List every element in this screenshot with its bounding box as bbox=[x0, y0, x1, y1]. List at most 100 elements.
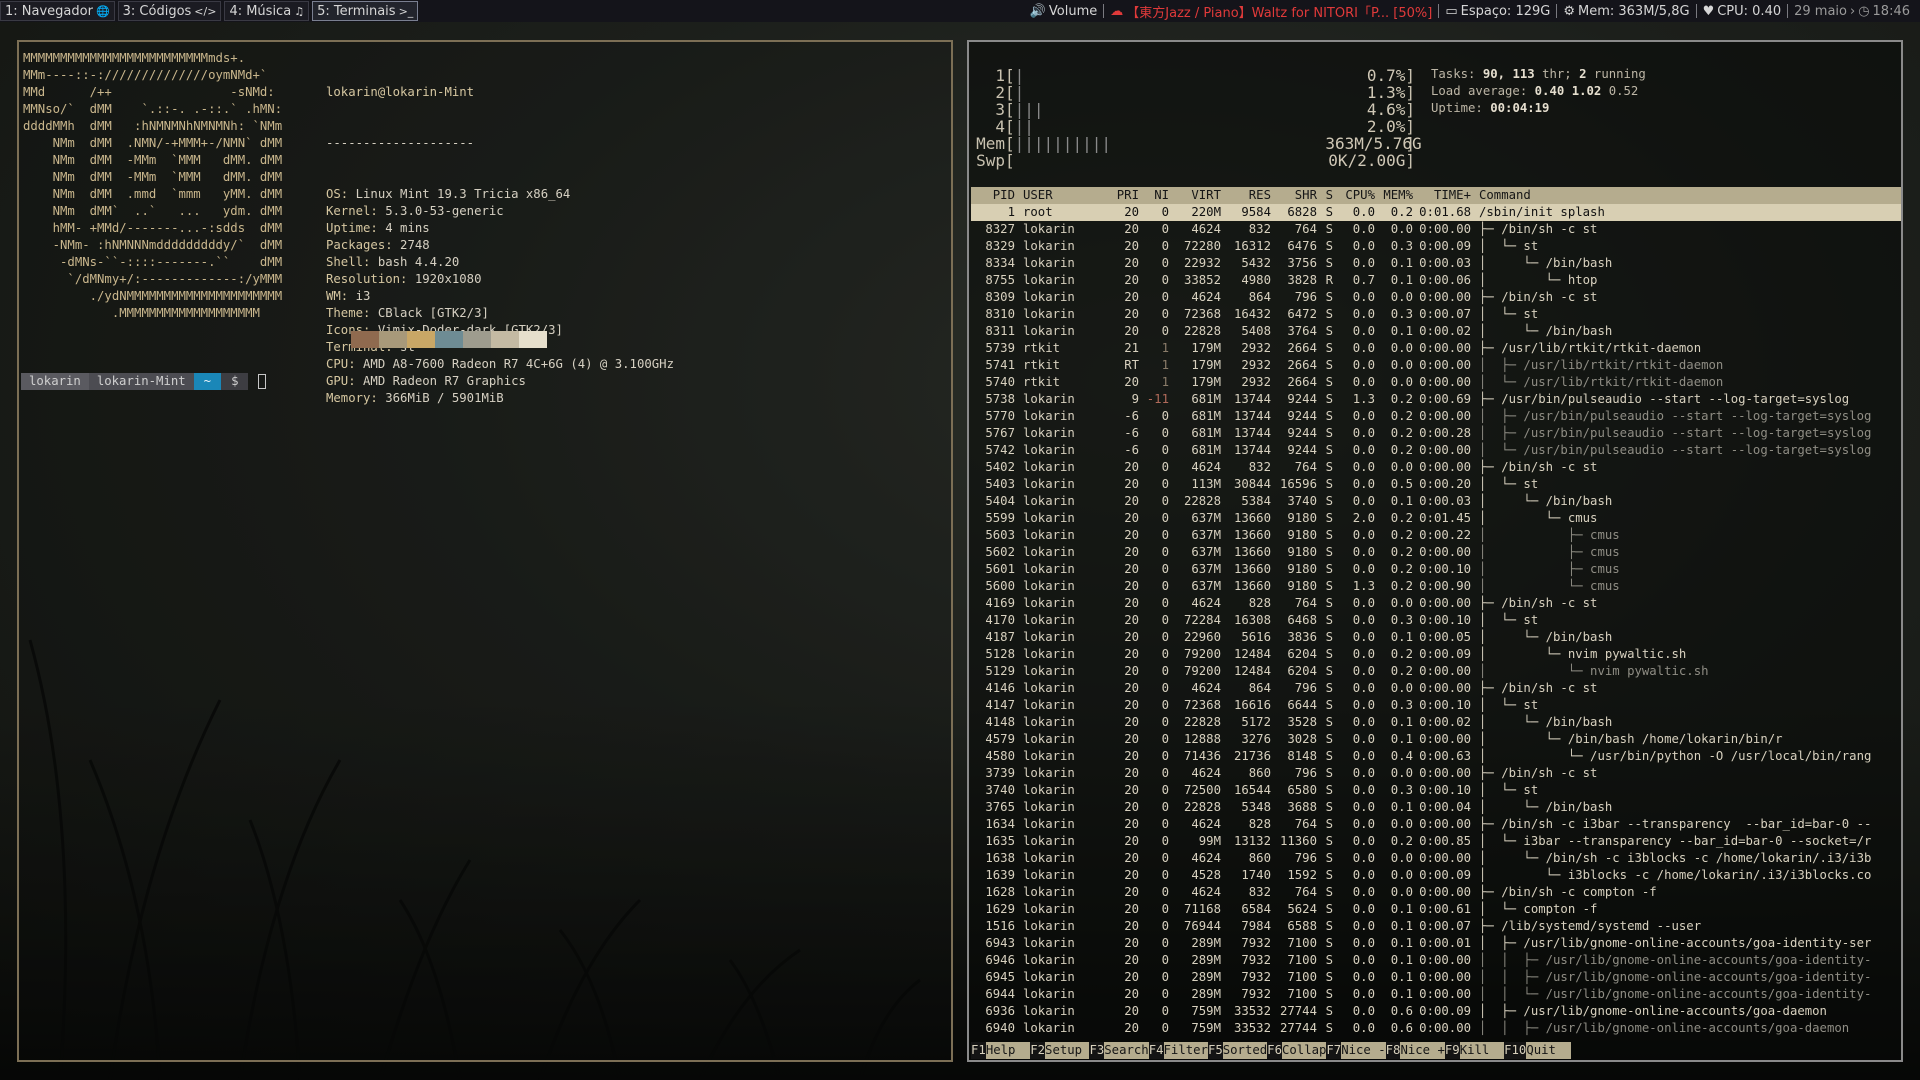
column-header-mem[interactable]: MEM% bbox=[1375, 187, 1413, 204]
process-row[interactable]: 8310 lokarin 20 0 72368 16432 6472 S 0.0 0.3 0:00.… bbox=[971, 306, 1901, 323]
process-row[interactable]: 5403 lokarin 20 0 113M 30844 16596 S 0.0 0.5 0:00.… bbox=[971, 476, 1901, 493]
cell-cmd: │ ├─ /usr/lib/gnome-online-accounts/goa-… bbox=[1479, 1004, 1827, 1018]
column-header-ni[interactable]: NI bbox=[1139, 187, 1169, 204]
prompt-host: lokarin-Mint bbox=[88, 373, 194, 390]
cell-shr: 3528 bbox=[1287, 715, 1317, 729]
fkey-f2[interactable]: F2 Setup bbox=[1030, 1042, 1090, 1059]
process-row[interactable]: 6943 lokarin 20 0 289M 7932 7100 S 0.0 0.1 0:00.01… bbox=[971, 935, 1901, 952]
process-row[interactable]: 5601 lokarin 20 0 637M 13660 9180 S 0.0 0.2 0:00.1… bbox=[971, 561, 1901, 578]
process-row[interactable]: 4170 lokarin 20 0 72284 16308 6468 S 0.0 0.3 0:00.… bbox=[971, 612, 1901, 629]
process-row[interactable]: 1635 lokarin 20 0 99M 13132 11360 S 0.0 0.2 0:00.8… bbox=[971, 833, 1901, 850]
process-row[interactable]: 6944 lokarin 20 0 289M 7932 7100 S 0.0 0.1 0:00.00… bbox=[971, 986, 1901, 1003]
process-row[interactable]: 8334 lokarin 20 0 22932 5432 3756 S 0.0 0.1 0:00.0… bbox=[971, 255, 1901, 272]
workspace-4[interactable]: 4: Música ♫ bbox=[224, 1, 310, 21]
process-row[interactable]: 4187 lokarin 20 0 22960 5616 3836 S 0.0 0.1 0:00.0… bbox=[971, 629, 1901, 646]
cell-user: lokarin bbox=[1023, 443, 1075, 457]
process-row[interactable]: 8329 lokarin 20 0 72280 16312 6476 S 0.0 0.3 0:00.… bbox=[971, 238, 1901, 255]
column-header-time[interactable]: TIME+ bbox=[1413, 187, 1471, 204]
process-row[interactable]: 5742 lokarin -6 0 681M 13744 9244 S 0.0 0.2 0:00.0… bbox=[971, 442, 1901, 459]
process-row[interactable]: 1629 lokarin 20 0 71168 6584 5624 S 0.0 0.1 0:00.6… bbox=[971, 901, 1901, 918]
process-row[interactable]: 5740 rtkit 20 1 179M 2932 2664 S 0.0 0.0 0:00.00 │ … bbox=[971, 374, 1901, 391]
process-row[interactable]: 5128 lokarin 20 0 79200 12484 6204 S 0.0 0.2 0:00.… bbox=[971, 646, 1901, 663]
workspace-3[interactable]: 3: Códigos </> bbox=[117, 1, 222, 21]
process-row[interactable]: 8327 lokarin 20 0 4624 832 764 S 0.0 0.0 0:00.00 ├─… bbox=[971, 221, 1901, 238]
process-row[interactable]: 1 root 20 0 220M 9584 6828 S 0.0 0.2 0:01.68/sbin/… bbox=[971, 204, 1901, 221]
workspace-label: 5: Terminais bbox=[317, 3, 396, 19]
cell-pid: 1516 bbox=[985, 919, 1015, 933]
column-header-cpu[interactable]: CPU% bbox=[1333, 187, 1375, 204]
process-row[interactable]: 3739 lokarin 20 0 4624 860 796 S 0.0 0.0 0:00.00 ├─… bbox=[971, 765, 1901, 782]
shell-prompt[interactable]: lokarin lokarin-Mint ~ $ bbox=[21, 373, 267, 390]
cell-cmd: │ ├─ /usr/bin/pulseaudio --start --log-t… bbox=[1479, 426, 1872, 440]
process-table-header[interactable]: PID USER PRI NI VIRT RES SHR S CPU% MEM% TIME+ Comm… bbox=[971, 187, 1901, 204]
process-row[interactable]: 6946 lokarin 20 0 289M 7932 7100 S 0.0 0.1 0:00.00… bbox=[971, 952, 1901, 969]
process-row[interactable]: 8311 lokarin 20 0 22828 5408 3764 S 0.0 0.1 0:00.0… bbox=[971, 323, 1901, 340]
column-header-shr[interactable]: SHR bbox=[1271, 187, 1317, 204]
workspace-1[interactable]: 1: Navegador 🌐 bbox=[0, 1, 115, 21]
cell-res: 7932 bbox=[1241, 953, 1271, 967]
fkey-f3[interactable]: F3 Search bbox=[1089, 1042, 1149, 1059]
process-row[interactable]: 3740 lokarin 20 0 72500 16544 6580 S 0.0 0.3 0:00.… bbox=[971, 782, 1901, 799]
fkey-f6[interactable]: F6 Collap bbox=[1267, 1042, 1327, 1059]
column-header-res[interactable]: RES bbox=[1221, 187, 1271, 204]
music-block[interactable]: ☁ 【東方Jazz / Piano】Waltz for NITORI「P... … bbox=[1104, 2, 1438, 21]
process-row[interactable]: 6940 lokarin 20 0 759M 33532 27744 S 0.0 0.6 0:00.… bbox=[971, 1020, 1901, 1037]
cell-user: lokarin bbox=[1023, 630, 1075, 644]
fkey-f1[interactable]: F1 Help bbox=[971, 1042, 1031, 1059]
column-header-pri[interactable]: PRI bbox=[1095, 187, 1139, 204]
process-row[interactable]: 4147 lokarin 20 0 72368 16616 6644 S 0.0 0.3 0:00.… bbox=[971, 697, 1901, 714]
cell-shr: 3740 bbox=[1287, 494, 1317, 508]
process-row[interactable]: 6936 lokarin 20 0 759M 33532 27744 S 0.0 0.6 0:00.… bbox=[971, 1003, 1901, 1020]
process-row[interactable]: 5402 lokarin 20 0 4624 832 764 S 0.0 0.0 0:00.00 ├─… bbox=[971, 459, 1901, 476]
process-row[interactable]: 5129 lokarin 20 0 79200 12484 6204 S 0.0 0.2 0:00.… bbox=[971, 663, 1901, 680]
process-row[interactable]: 5602 lokarin 20 0 637M 13660 9180 S 0.0 0.2 0:00.0… bbox=[971, 544, 1901, 561]
column-header-pid[interactable]: PID bbox=[971, 187, 1015, 204]
process-row[interactable]: 6945 lokarin 20 0 289M 7932 7100 S 0.0 0.1 0:00.00… bbox=[971, 969, 1901, 986]
process-row[interactable]: 4169 lokarin 20 0 4624 828 764 S 0.0 0.0 0:00.00 ├─… bbox=[971, 595, 1901, 612]
process-row[interactable]: 1634 lokarin 20 0 4624 828 764 S 0.0 0.0 0:00.00 ├─… bbox=[971, 816, 1901, 833]
process-row[interactable]: 8309 lokarin 20 0 4624 864 796 S 0.0 0.0 0:00.00 ├─… bbox=[971, 289, 1901, 306]
process-row[interactable]: 4148 lokarin 20 0 22828 5172 3528 S 0.0 0.1 0:00.0… bbox=[971, 714, 1901, 731]
process-row[interactable]: 5600 lokarin 20 0 637M 13660 9180 S 1.3 0.2 0:00.9… bbox=[971, 578, 1901, 595]
process-row[interactable]: 4580 lokarin 20 0 71436 21736 8148 S 0.0 0.4 0:00.… bbox=[971, 748, 1901, 765]
column-header-user[interactable]: USER bbox=[1015, 187, 1095, 204]
volume-block[interactable]: 🔊 Volume bbox=[1024, 4, 1104, 19]
process-row[interactable]: 5739 rtkit 21 1 179M 2932 2664 S 0.0 0.0 0:00.00 ├─… bbox=[971, 340, 1901, 357]
process-row[interactable]: 4146 lokarin 20 0 4624 864 796 S 0.0 0.0 0:00.00 ├─… bbox=[971, 680, 1901, 697]
fkey-number: F3 bbox=[1089, 1042, 1105, 1059]
column-header-virt[interactable]: VIRT bbox=[1169, 187, 1221, 204]
terminal-htop[interactable]: 1[| 0.7%] 2[| 1.3%] 3[||| 4.6%] 4[|| 2.0%] Mem[|… bbox=[967, 40, 1903, 1062]
palette-swatch bbox=[519, 331, 547, 348]
fkey-f10[interactable]: F10 Quit bbox=[1504, 1042, 1571, 1059]
fkey-f9[interactable]: F9 Kill bbox=[1444, 1042, 1505, 1059]
process-row[interactable]: 4579 lokarin 20 0 12888 3276 3028 S 0.0 0.1 0:00.0… bbox=[971, 731, 1901, 748]
process-row[interactable]: 1638 lokarin 20 0 4624 860 796 S 0.0 0.0 0:00.00 │ … bbox=[971, 850, 1901, 867]
fkey-f7[interactable]: F7 Nice - bbox=[1326, 1042, 1386, 1059]
terminal-neofetch[interactable]: MMMMMMMMMMMMMMMMMMMMMMMMMmds+. MMm----::-… bbox=[17, 40, 953, 1062]
cell-cpu: 0.0 bbox=[1352, 817, 1375, 831]
process-list[interactable]: 1 root 20 0 220M 9584 6828 S 0.0 0.2 0:01.68/sbin/… bbox=[971, 204, 1901, 1037]
process-row[interactable]: 5738 lokarin 9 -11 681M 13744 9244 S 1.3 0.2 0:00.… bbox=[971, 391, 1901, 408]
column-header-cmd[interactable]: Command bbox=[1471, 187, 1873, 204]
process-row[interactable]: 5767 lokarin -6 0 681M 13744 9244 S 0.0 0.2 0:00.2… bbox=[971, 425, 1901, 442]
fkey-f4[interactable]: F4 Filter bbox=[1148, 1042, 1208, 1059]
fkey-f5[interactable]: F5 Sorted bbox=[1207, 1042, 1268, 1059]
process-row[interactable]: 1516 lokarin 20 0 76944 7984 6588 S 0.0 0.1 0:00.0… bbox=[971, 918, 1901, 935]
process-row[interactable]: 5404 lokarin 20 0 22828 5384 3740 S 0.0 0.1 0:00.0… bbox=[971, 493, 1901, 510]
fkey-f8[interactable]: F8 Nice + bbox=[1385, 1042, 1445, 1059]
cell-ni: 0 bbox=[1161, 426, 1169, 440]
cell-cmd: │ └─ i3bar --transparency --bar_id=bar-0… bbox=[1479, 834, 1872, 848]
cell-virt: 681M bbox=[1191, 392, 1221, 406]
process-row[interactable]: 8755 lokarin 20 0 33852 4980 3828 R 0.7 0.1 0:00.0… bbox=[971, 272, 1901, 289]
process-row[interactable]: 5603 lokarin 20 0 637M 13660 9180 S 0.0 0.2 0:00.2… bbox=[971, 527, 1901, 544]
workspace-5[interactable]: 5: Terminais >_ bbox=[312, 1, 419, 21]
process-row[interactable]: 5599 lokarin 20 0 637M 13660 9180 S 2.0 0.2 0:01.4… bbox=[971, 510, 1901, 527]
cell-pri: 20 bbox=[1124, 375, 1139, 389]
process-row[interactable]: 1639 lokarin 20 0 4528 1740 1592 S 0.0 0.0 0:00.09… bbox=[971, 867, 1901, 884]
process-row[interactable]: 1628 lokarin 20 0 4624 832 764 S 0.0 0.0 0:00.00 ├─… bbox=[971, 884, 1901, 901]
cell-s: S bbox=[1325, 562, 1333, 576]
column-header-s[interactable]: S bbox=[1317, 187, 1333, 204]
process-row[interactable]: 5770 lokarin -6 0 681M 13744 9244 S 0.0 0.2 0:00.0… bbox=[971, 408, 1901, 425]
process-row[interactable]: 3765 lokarin 20 0 22828 5348 3688 S 0.0 0.1 0:00.0… bbox=[971, 799, 1901, 816]
process-row[interactable]: 5741 rtkit RT 1 179M 2932 2664 S 0.0 0.0 0:00.00 │ … bbox=[971, 357, 1901, 374]
